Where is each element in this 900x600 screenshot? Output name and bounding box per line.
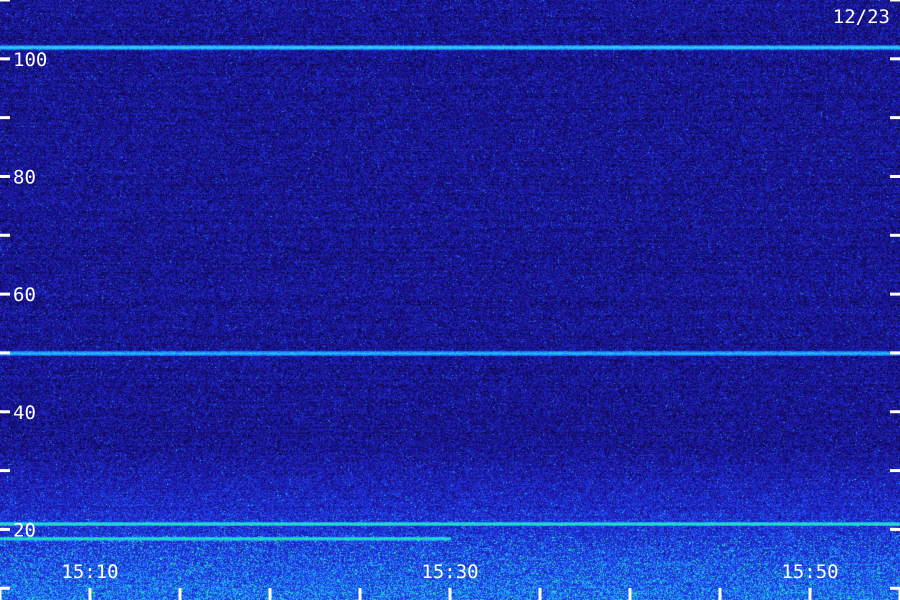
y-tick-label: 100 <box>13 49 47 71</box>
date-label: 12/23 <box>833 6 890 28</box>
spectrogram-plot: 12/23 20 40 60 80 100 15:10 15:30 15:50 <box>0 0 900 600</box>
y-tick-label: 60 <box>13 284 36 306</box>
y-tick-label: 20 <box>13 519 36 541</box>
spectrogram-axes: 12/23 20 40 60 80 100 15:10 15:30 15:50 <box>0 0 900 600</box>
x-tick-label: 15:30 <box>421 561 478 583</box>
x-tick-label: 15:50 <box>781 561 838 583</box>
x-tick-label: 15:10 <box>61 561 118 583</box>
y-tick-label: 40 <box>13 402 36 424</box>
y-tick-label: 80 <box>13 166 36 188</box>
